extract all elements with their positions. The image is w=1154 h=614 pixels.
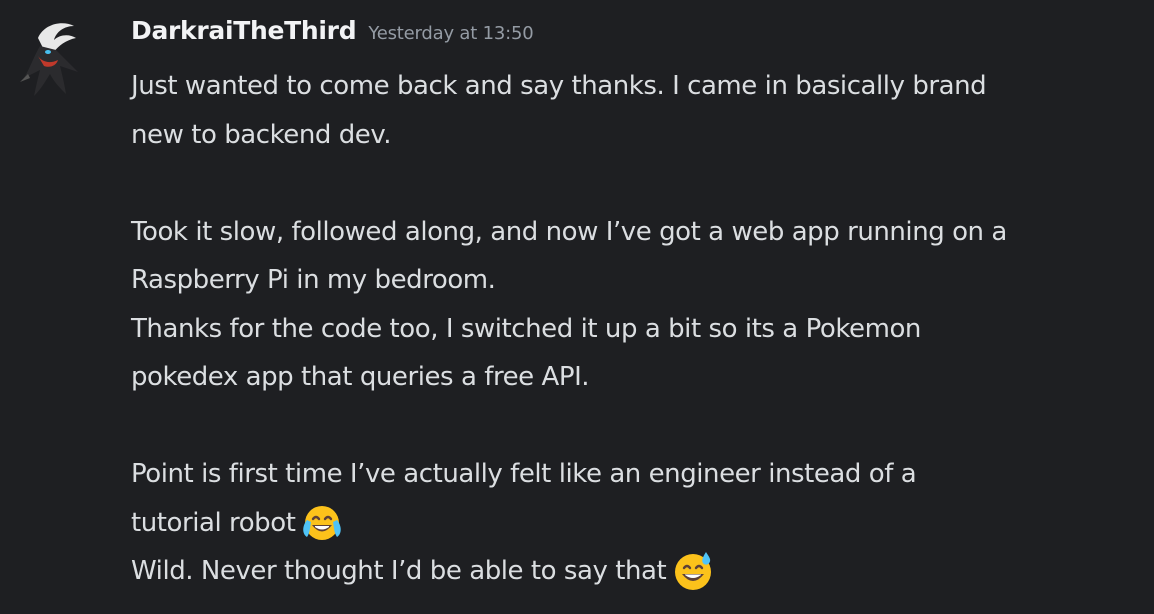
message-line: Raspberry Pi in my bedroom. bbox=[131, 256, 1146, 305]
message-line: new to backend dev. bbox=[131, 111, 1146, 160]
message-line-text: Wild. Never thought I’d be able to say t… bbox=[131, 556, 667, 586]
message-line: Just wanted to come back and say thanks.… bbox=[131, 62, 1146, 111]
message-line: tutorial robot bbox=[131, 499, 1146, 548]
message-header: DarkraiTheThird Yesterday at 13:50 bbox=[131, 16, 1146, 62]
message-line-text: tutorial robot bbox=[131, 507, 296, 538]
message-line: Thanks for the code too, I switched it u… bbox=[131, 305, 1146, 354]
chat-message: DarkraiTheThird Yesterday at 13:50 Just … bbox=[0, 0, 1154, 614]
username[interactable]: DarkraiTheThird bbox=[131, 16, 357, 45]
timestamp[interactable]: Yesterday at 13:50 bbox=[368, 23, 533, 44]
message-line bbox=[131, 159, 1146, 208]
message-content: DarkraiTheThird Yesterday at 13:50 Just … bbox=[131, 16, 1146, 596]
face-with-tears-of-joy-icon[interactable] bbox=[299, 500, 345, 546]
darkrai-avatar-icon[interactable] bbox=[10, 16, 94, 100]
message-line: Wild. Never thought I’d be able to say t… bbox=[131, 547, 1146, 596]
message-line-text: Point is first time I’ve actually felt l… bbox=[131, 459, 917, 489]
message-line-text: Took it slow, followed along, and now I’… bbox=[131, 216, 1007, 247]
grinning-face-with-sweat-icon[interactable] bbox=[670, 548, 716, 594]
message-line-text: Thanks for the code too, I switched it u… bbox=[131, 313, 921, 344]
message-line: Took it slow, followed along, and now I’… bbox=[131, 208, 1146, 257]
message-line-text: new to backend dev. bbox=[131, 119, 392, 150]
message-line bbox=[131, 402, 1146, 451]
message-line-text: Just wanted to come back and say thanks.… bbox=[131, 71, 987, 101]
message-line: pokedex app that queries a free API. bbox=[131, 353, 1146, 402]
message-line-text: pokedex app that queries a free API. bbox=[131, 362, 590, 392]
message-line: Point is first time I’ve actually felt l… bbox=[131, 450, 1146, 499]
message-line-text: Raspberry Pi in my bedroom. bbox=[131, 265, 496, 295]
